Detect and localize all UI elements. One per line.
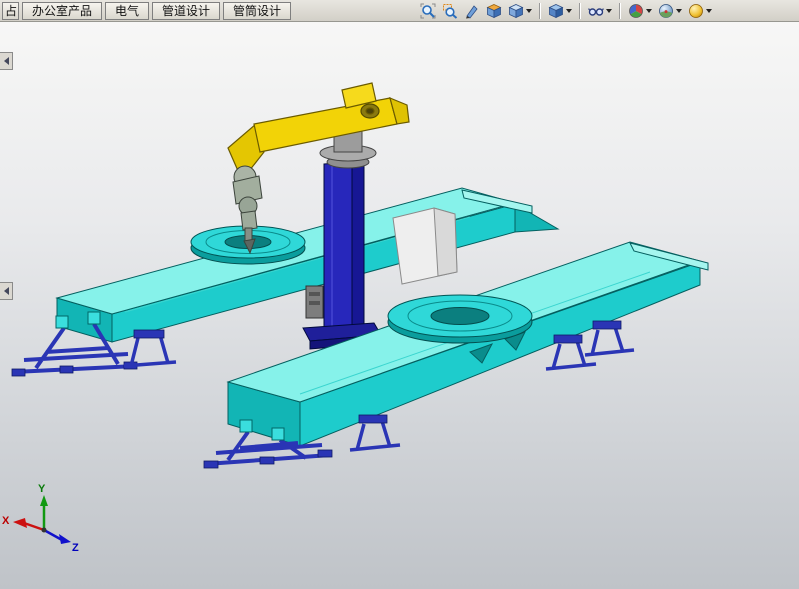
triad-y-label: Y xyxy=(38,483,46,495)
graphics-viewport[interactable]: Y X Z xyxy=(0,22,799,589)
edit-appearance-icon[interactable] xyxy=(626,1,654,21)
left-arrow-icon xyxy=(4,287,9,295)
robot-arm[interactable] xyxy=(228,83,409,180)
view-settings-dropdown-arrow[interactable] xyxy=(706,9,712,13)
view-settings-icon[interactable] xyxy=(686,1,714,21)
triad-z-label: Z xyxy=(72,542,79,554)
tab-piping-design[interactable]: 管道设计 xyxy=(152,2,220,20)
toolbar-separator xyxy=(619,3,621,19)
section-view-icon[interactable] xyxy=(484,1,504,21)
display-style-icon[interactable] xyxy=(546,1,574,21)
previous-view-icon[interactable] xyxy=(462,1,482,21)
zoom-to-area-icon[interactable] xyxy=(440,1,460,21)
feature-panel-collapse-arrow[interactable] xyxy=(0,52,13,70)
front-ring[interactable] xyxy=(388,295,532,343)
toolbar-separator xyxy=(539,3,541,19)
3d-model-canvas[interactable]: Y X Z xyxy=(0,22,799,589)
hide-show-items-dropdown-arrow[interactable] xyxy=(606,9,612,13)
orientation-triad: Y X Z xyxy=(2,483,79,554)
view-orientation-icon[interactable] xyxy=(506,1,534,21)
heads-up-view-toolbar xyxy=(417,1,797,21)
zoom-to-fit-icon[interactable] xyxy=(418,1,438,21)
left-arrow-icon xyxy=(4,57,9,65)
edit-appearance-dropdown-arrow[interactable] xyxy=(646,9,652,13)
fixture-plate[interactable] xyxy=(393,208,457,284)
hide-show-items-icon[interactable] xyxy=(586,1,614,21)
view-orientation-dropdown-arrow[interactable] xyxy=(526,9,532,13)
toolbar-separator xyxy=(579,3,581,19)
tab-office-products[interactable]: 办公室产品 xyxy=(22,2,102,20)
display-style-dropdown-arrow[interactable] xyxy=(566,9,572,13)
triad-x-label: X xyxy=(2,515,10,527)
apply-scene-icon[interactable] xyxy=(656,1,684,21)
tab-partial[interactable]: 占 xyxy=(2,2,19,20)
apply-scene-dropdown-arrow[interactable] xyxy=(676,9,682,13)
feature-panel-collapse-arrow-mid[interactable] xyxy=(0,282,13,300)
tab-tubing-design[interactable]: 管筒设计 xyxy=(223,2,291,20)
command-manager-toolbar: 占 办公室产品 电气 管道设计 管筒设计 xyxy=(0,0,799,22)
tab-electrical[interactable]: 电气 xyxy=(105,2,149,20)
